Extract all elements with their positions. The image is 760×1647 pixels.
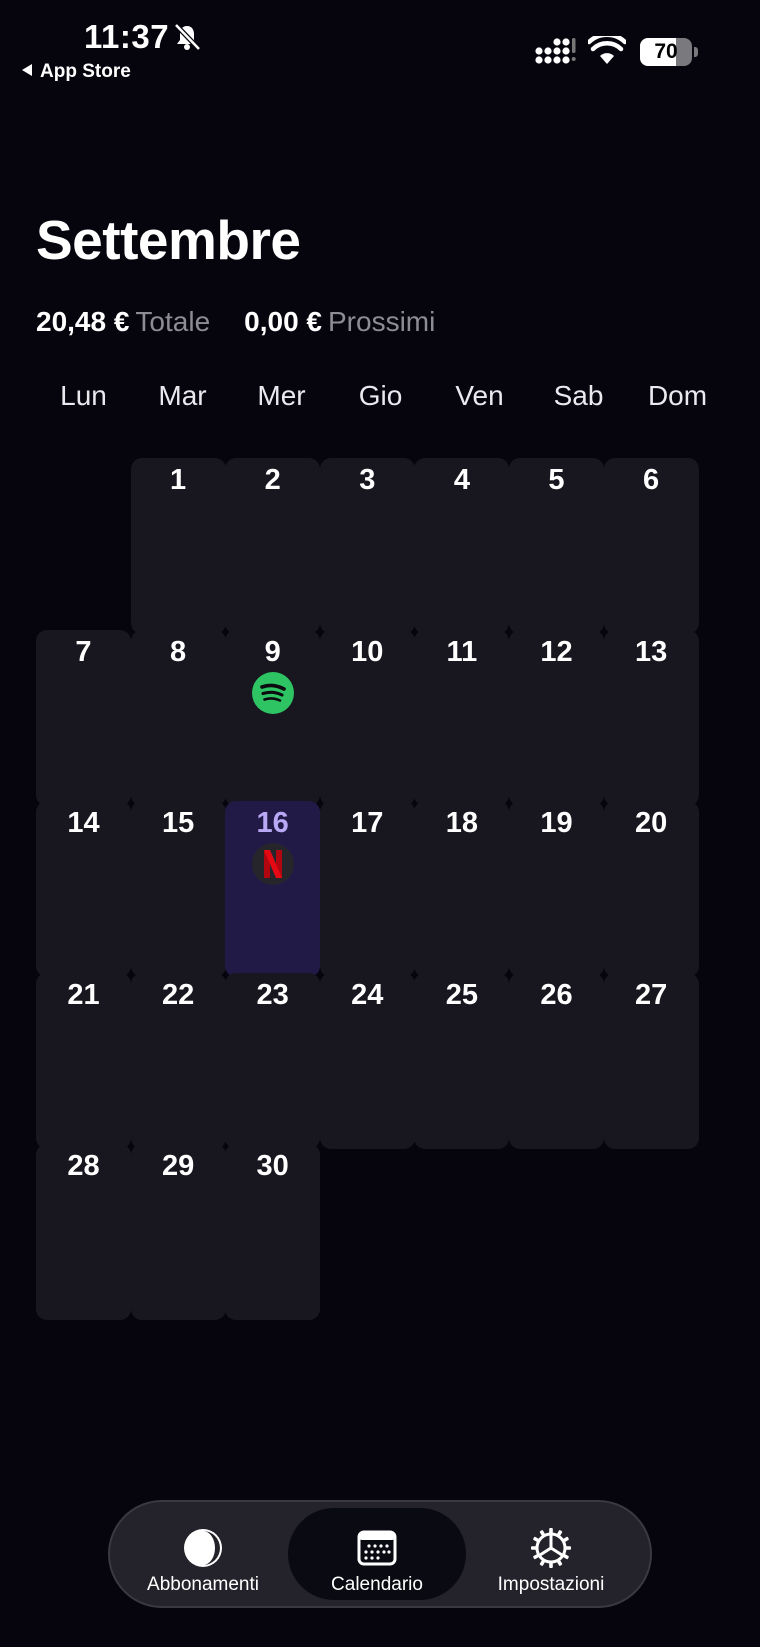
weekday-label: Gio [358, 380, 403, 411]
day-number: 5 [548, 464, 565, 496]
calendar-day[interactable]: 19 [509, 801, 604, 978]
calendar-day-today[interactable]: 16 [225, 801, 321, 978]
total-amount: 20,48 € [36, 306, 130, 337]
bell-slash-icon [174, 23, 201, 51]
totals-summary: 20,48 € Totale 0,00 € Prossimi [36, 306, 469, 338]
calendar-day[interactable]: 13 [603, 629, 699, 806]
weekday-header: Lun Mar Mer Gio Ven Sab Dom [36, 380, 725, 420]
tab-label: Calendario [331, 1574, 423, 1595]
month-title: Settembre [36, 209, 301, 271]
day-number: 18 [445, 807, 479, 840]
day-number: 17 [351, 807, 384, 840]
day-number: 8 [170, 635, 187, 668]
calendar-day[interactable]: 20 [603, 801, 699, 978]
calendar-day[interactable]: 8 [130, 629, 226, 806]
calendar-day[interactable]: 26 [509, 972, 604, 1149]
day-number: 22 [161, 978, 195, 1011]
calendar-day[interactable]: 24 [319, 972, 415, 1149]
day-number: 28 [67, 1150, 100, 1183]
calendar-day[interactable]: 27 [603, 972, 699, 1149]
tab-impostazioni[interactable]: Impostazioni [462, 1508, 640, 1600]
weekday-label: Mer [257, 380, 306, 411]
calendar-day[interactable]: 1 [130, 458, 226, 634]
day-number: 15 [161, 807, 195, 840]
weekday-label: Lun [60, 380, 107, 411]
tab-label: Abbonamenti [147, 1574, 259, 1595]
day-number: 21 [67, 978, 100, 1011]
day-number: 19 [540, 807, 573, 840]
spotify-icon [252, 671, 295, 714]
status-time: 11:37 [84, 18, 170, 55]
day-number: 6 [643, 464, 660, 496]
calendar-day[interactable]: 2 [225, 458, 321, 634]
back-to-app-store[interactable]: App Store [22, 61, 131, 83]
calendar-day[interactable]: 3 [319, 458, 415, 634]
calendar-day[interactable]: 14 [36, 801, 131, 978]
total-label: Totale [135, 306, 211, 337]
weekday-label: Mar [158, 380, 207, 411]
back-label: App Store [40, 61, 131, 82]
day-number: 3 [359, 464, 376, 496]
calendar-day[interactable]: 18 [414, 801, 510, 978]
tab-abbonamenti[interactable]: Abbonamenti [114, 1508, 292, 1600]
wifi-icon [588, 36, 626, 64]
battery-indicator: 70 [640, 38, 698, 66]
day-number: 2 [264, 464, 281, 496]
calendar-day[interactable]: 15 [130, 801, 226, 978]
calendar-icon [357, 1530, 397, 1566]
day-number: 29 [161, 1150, 195, 1183]
calendar-day[interactable]: 5 [509, 458, 604, 634]
day-number: 11 [446, 635, 478, 668]
gear-icon [531, 1528, 571, 1568]
upcoming-amount: 0,00 € [244, 306, 322, 337]
calendar-day[interactable]: 17 [319, 801, 415, 978]
day-number: 27 [634, 978, 668, 1011]
day-number: 4 [453, 464, 470, 496]
day-number: 25 [445, 978, 479, 1011]
cellular-signal-icon [535, 38, 576, 64]
calendar-day[interactable]: 4 [414, 458, 510, 634]
day-number: 14 [67, 807, 100, 840]
calendar-day[interactable]: 28 [36, 1144, 131, 1321]
tab-label: Impostazioni [497, 1574, 605, 1595]
calendar-day[interactable]: 22 [130, 972, 226, 1149]
back-triangle-icon [22, 64, 32, 76]
day-number: 12 [540, 635, 573, 668]
calendar-day[interactable]: 9 [225, 629, 321, 806]
day-number: 16 [256, 807, 289, 840]
calendar-day[interactable]: 25 [414, 972, 510, 1149]
tab-calendario[interactable]: Calendario [288, 1508, 466, 1600]
day-number: 20 [634, 807, 668, 840]
calendar-day[interactable]: 21 [36, 972, 131, 1149]
day-number: 23 [256, 978, 289, 1011]
calendar-day[interactable]: 11 [414, 629, 510, 806]
day-number: 10 [351, 635, 384, 668]
calendar-day[interactable]: 12 [509, 629, 604, 806]
day-number: 13 [634, 635, 668, 668]
weekday-label: Ven [455, 380, 504, 411]
battery-percent: 70 [654, 40, 678, 63]
upcoming-label: Prossimi [328, 306, 436, 337]
calendar-day[interactable]: 30 [225, 1144, 321, 1321]
calendar-day[interactable]: 6 [603, 458, 699, 634]
weekday-label: Sab [553, 380, 604, 411]
day-number: 7 [75, 635, 92, 668]
calendar-day[interactable]: 29 [130, 1144, 226, 1321]
day-number: 30 [256, 1150, 289, 1183]
calendar-day[interactable]: 23 [225, 972, 321, 1149]
calendar-day[interactable]: 7 [36, 629, 131, 806]
day-number: 9 [264, 635, 281, 668]
calendar-day[interactable]: 10 [319, 629, 415, 806]
half-circle-icon [184, 1529, 222, 1567]
day-number: 24 [351, 978, 384, 1011]
status-bar: 11:37 App Store 70 [0, 0, 760, 100]
day-number: 26 [540, 978, 573, 1011]
netflix-icon [252, 843, 295, 886]
day-number: 1 [170, 464, 187, 496]
weekday-label: Dom [647, 380, 708, 411]
tab-bar: Abbonamenti Calendario Impostazioni [108, 1500, 652, 1608]
